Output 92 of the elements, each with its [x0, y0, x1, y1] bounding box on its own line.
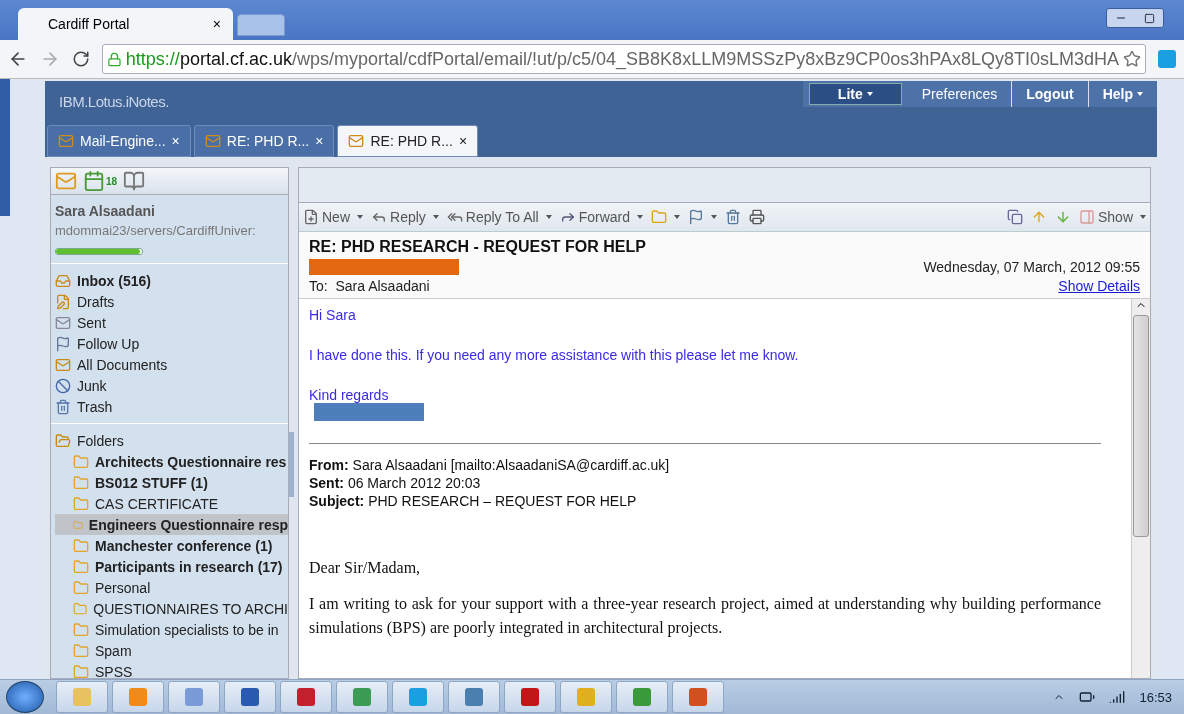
folder-item[interactable]: Manchester conference (1) — [55, 535, 288, 556]
collapse-handle[interactable] — [289, 432, 294, 497]
flag-icon — [55, 335, 71, 352]
taskbar-button[interactable] — [280, 681, 332, 713]
taskbar-button[interactable] — [504, 681, 556, 713]
recipient-line: To: Sara Alsaadani — [309, 278, 430, 294]
folder-item[interactable]: Architects Questionnaire res — [55, 451, 288, 472]
header-link[interactable]: Preferences — [907, 81, 1012, 107]
new-document-icon — [303, 209, 319, 225]
document-tab[interactable]: RE: PHD R... × — [337, 125, 479, 157]
trash-icon — [725, 209, 742, 225]
message-text: Hi Sara — [309, 307, 357, 323]
draft-icon — [55, 293, 71, 310]
mail-view-item[interactable]: Trash — [55, 396, 288, 417]
lock-icon — [107, 51, 122, 67]
battery-icon[interactable] — [1079, 689, 1096, 705]
envelope-icon — [55, 314, 71, 331]
mail-view-item[interactable]: Drafts — [55, 291, 288, 312]
taskbar-button[interactable] — [168, 681, 220, 713]
flag-icon — [688, 209, 705, 225]
mail-view-item[interactable]: Sent — [55, 312, 288, 333]
folder-item[interactable]: Spam — [55, 640, 288, 661]
junk-icon — [55, 377, 71, 394]
envelope-icon — [204, 133, 221, 149]
folder-item[interactable]: SPSS — [55, 661, 288, 678]
envelope-icon — [55, 356, 71, 373]
document-tab[interactable]: Mail-Engine... × — [47, 125, 191, 157]
server-path: mdommai23/servers/CardiffUniver: — [55, 223, 257, 238]
toolbar-button[interactable]: Reply To All — [446, 209, 552, 225]
letter-paragraph: Dear Sir/Madam, — [309, 558, 422, 578]
header-link[interactable]: Help — [1087, 81, 1157, 107]
printer-icon — [749, 209, 766, 225]
toolbar-button[interactable]: Reply — [371, 209, 439, 225]
quoted-header-line: Subject: PHD RESEARCH – REQUEST FOR HELP — [309, 492, 638, 510]
folder-item[interactable]: CAS CERTIFICATE — [55, 493, 288, 514]
signal-icon[interactable] — [1109, 689, 1126, 705]
envelope-icon — [58, 133, 74, 149]
folders-header[interactable]: Folders — [55, 430, 288, 451]
browser-tab[interactable]: Cardiff Portal × — [18, 8, 233, 40]
message-date: Wednesday, 07 March, 2012 09:55 — [923, 259, 1140, 275]
star-icon[interactable] — [1123, 50, 1141, 68]
message-text: I have done this. If you need any more assistance with this please let me know. — [309, 347, 800, 363]
header-link[interactable]: Lite — [808, 83, 902, 105]
taskbar-button[interactable] — [448, 681, 500, 713]
folder-item[interactable]: Simulation specialists to be in — [55, 619, 288, 640]
address-field[interactable]: https://portal.cf.ac.uk/wps/myportal/cdfPortal/email/!ut/p/c5/04_SB8K8xLLM9MSSzPy8xBz9CP0os3hPAx8LQy8TI0sLM3dHA — [102, 44, 1146, 74]
mail-view-item[interactable]: Inbox (516) — [55, 270, 288, 291]
mail-view-item[interactable]: All Documents — [55, 354, 288, 375]
quoted-header-line: From: Sara Alsaadani [mailto:AlsaadaniSA@cardiff.ac.uk] — [309, 456, 671, 474]
app-logo: IBM.Lotus.iNotes. — [59, 92, 169, 110]
folder-item[interactable]: BS012 STUFF (1) — [55, 472, 288, 493]
restore-icon — [1143, 12, 1155, 24]
inbox-icon — [55, 272, 71, 289]
trash-button[interactable] — [725, 209, 742, 225]
quoted-header-line: Sent: 06 March 2012 20:03 — [309, 474, 482, 492]
clock[interactable]: 16:53 — [1139, 689, 1172, 705]
contacts-icon[interactable] — [123, 170, 146, 192]
toolbar-button[interactable]: Show — [1078, 209, 1146, 225]
trash-icon — [55, 398, 71, 415]
taskbar-button[interactable] — [672, 681, 724, 713]
scrollbar[interactable] — [1131, 299, 1150, 678]
letter-paragraph: I am writing to ask for your support with a three-year research project, aimed at understanding why building performance simulations (BPS) are poorly integrated in architectural projects. — [309, 594, 1101, 639]
message-subject: RE: PHD RESEARCH - REQUEST FOR HELP — [309, 238, 647, 256]
toolbar-button[interactable]: New — [303, 209, 363, 225]
copy-button[interactable] — [1006, 209, 1023, 225]
folder-item[interactable]: Personal — [55, 577, 288, 598]
mail-view-item[interactable]: Junk — [55, 375, 288, 396]
user-name: Sara Alsaadani — [55, 203, 156, 219]
folder-button[interactable] — [651, 209, 681, 225]
close-icon[interactable]: × — [212, 16, 221, 32]
start-button[interactable] — [6, 681, 44, 713]
mail-icon[interactable] — [55, 170, 77, 192]
message-text: Kind regards — [309, 387, 390, 403]
taskbar-button[interactable] — [616, 681, 668, 713]
taskbar-button[interactable] — [224, 681, 276, 713]
reload-icon[interactable] — [72, 50, 90, 68]
calendar-day: 18 — [106, 175, 118, 187]
show-details-link[interactable]: Show Details — [1058, 278, 1140, 294]
folder-item[interactable]: QUESTIONNAIRES TO ARCHI — [55, 598, 288, 619]
toolbar-button[interactable]: Forward — [559, 209, 644, 225]
mail-view-item[interactable]: Follow Up — [55, 333, 288, 354]
header-link[interactable]: Logout — [1011, 81, 1088, 107]
folder-item[interactable]: Engineers Questionnaire resp — [55, 514, 288, 535]
copy-icon — [1006, 209, 1023, 225]
document-tab[interactable]: RE: PHD R... × — [193, 125, 335, 157]
envelope-icon — [348, 133, 365, 149]
taskbar-button[interactable] — [392, 681, 444, 713]
taskbar-button[interactable] — [336, 681, 388, 713]
flag-button[interactable] — [688, 209, 718, 225]
folder-item[interactable]: Participants in research (17) — [55, 556, 288, 577]
panel-icon — [1078, 209, 1095, 225]
printer-button[interactable] — [749, 209, 766, 225]
